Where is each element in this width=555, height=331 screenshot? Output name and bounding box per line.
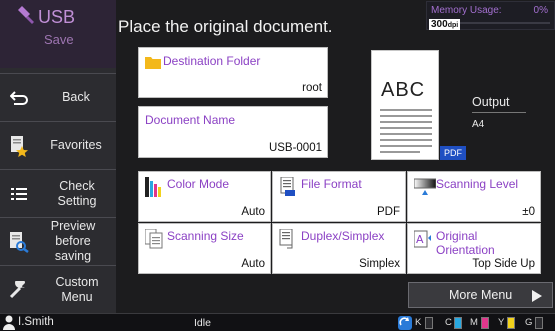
preview-magnifier-icon [0,218,38,266]
document-preview: ABC [371,50,439,160]
folder-icon [145,57,161,69]
ink-label-m: M [470,317,478,328]
sidebar-item-label: Custom Menu [55,274,99,304]
scanning-level-button[interactable]: Scanning Level ±0 [407,171,541,222]
ink-label-c: C [445,317,452,328]
duplex-icon [279,229,293,249]
sync-icon[interactable] [398,316,412,330]
duplex-simplex-button[interactable]: Duplex/Simplex Simplex [272,223,406,274]
scanning-level-value: ±0 [522,206,535,218]
back-arrow-icon [0,74,38,122]
sidebar-item-preview[interactable]: Preview before saving [0,217,116,265]
output-value: A4 [472,119,485,130]
document-name-button[interactable]: Document Name USB-0001 [138,106,328,158]
ink-level-c [454,317,462,329]
color-mode-button[interactable]: Color Mode Auto [138,171,271,222]
sidebar-item-label: Check Setting [57,178,97,208]
destination-folder-button[interactable]: Destination Folder root [138,47,328,98]
svg-text:A: A [416,233,424,246]
sidebar-item-label: Preview before saving [50,219,96,263]
original-orientation-value: Top Side Up [472,258,535,270]
output-divider [472,112,526,113]
file-format-icon [280,177,295,196]
orientation-icon: A [414,230,431,248]
machine-status: Idle [194,317,211,329]
color-mode-icon [145,177,161,197]
status-bar: I.Smith Idle K C M Y G [0,313,555,331]
original-orientation-label: Original Orientation [436,229,495,257]
ink-level-k [425,317,433,329]
page-title: Place the original document. [118,17,333,36]
ink-label-g: G [525,317,533,328]
sidebar-item-custom-menu[interactable]: Custom Menu [0,265,116,313]
main-panel: Place the original document. Memory Usag… [118,0,555,313]
app-header: USB Save [0,0,116,68]
pdf-format-badge: PDF [440,146,466,160]
ink-level-m [481,317,489,329]
ink-level-g [535,317,543,329]
ink-fill-y [508,318,514,328]
memory-usage-value: 0% [533,5,548,16]
sidebar-item-label: Favorites [50,138,102,152]
favorites-star-icon [0,122,38,170]
ink-label-y: Y [498,317,505,328]
scanning-size-icon [145,229,163,249]
user-name: I.Smith [18,316,54,328]
user-icon [3,315,15,330]
destination-folder-value: root [302,82,322,94]
more-menu-label: More Menu [449,288,513,302]
scanning-size-value: Auto [241,258,265,270]
ink-fill-m [482,318,488,328]
app-title: USB [38,7,76,27]
color-mode-label: Color Mode [167,177,230,191]
sidebar-item-label: Back [62,90,90,104]
ink-level-y [507,317,515,329]
file-format-value: PDF [377,206,400,218]
sidebar-item-check-setting[interactable]: Check Setting [0,169,116,217]
scanning-size-label: Scanning Size [167,229,244,243]
output-label: Output [472,95,510,109]
scanning-level-label: Scanning Level [436,177,519,191]
list-icon [0,170,38,218]
sidebar: USB Save Back Favorites Check Setting Pr… [0,0,116,313]
sidebar-item-back[interactable]: Back [0,73,116,121]
scanning-size-button[interactable]: Scanning Size Auto [138,223,271,274]
document-name-label: Document Name [145,113,236,127]
usb-icon [18,6,34,24]
sidebar-item-favorites[interactable]: Favorites [0,121,116,169]
memory-usage-label: Memory Usage: [431,5,502,16]
duplex-simplex-value: Simplex [359,258,400,270]
chevron-right-icon [532,290,542,302]
app-subtitle: Save [44,32,74,47]
color-mode-value: Auto [241,206,265,218]
destination-folder-label: Destination Folder [163,54,261,68]
more-menu-button[interactable]: More Menu [408,282,553,308]
file-format-button[interactable]: File Format PDF [272,171,406,222]
scanning-level-icon [414,178,436,195]
ink-label-k: K [415,317,422,328]
wrench-icon [0,266,38,314]
file-format-label: File Format [301,177,362,191]
ink-fill-c [455,318,461,328]
resolution-label: 300dpi [429,19,461,30]
document-name-value: USB-0001 [268,142,322,154]
original-orientation-button[interactable]: A Original Orientation Top Side Up [407,223,541,274]
preview-text-lines [380,109,432,153]
duplex-simplex-label: Duplex/Simplex [301,229,385,243]
preview-sample-text: ABC [381,79,426,101]
